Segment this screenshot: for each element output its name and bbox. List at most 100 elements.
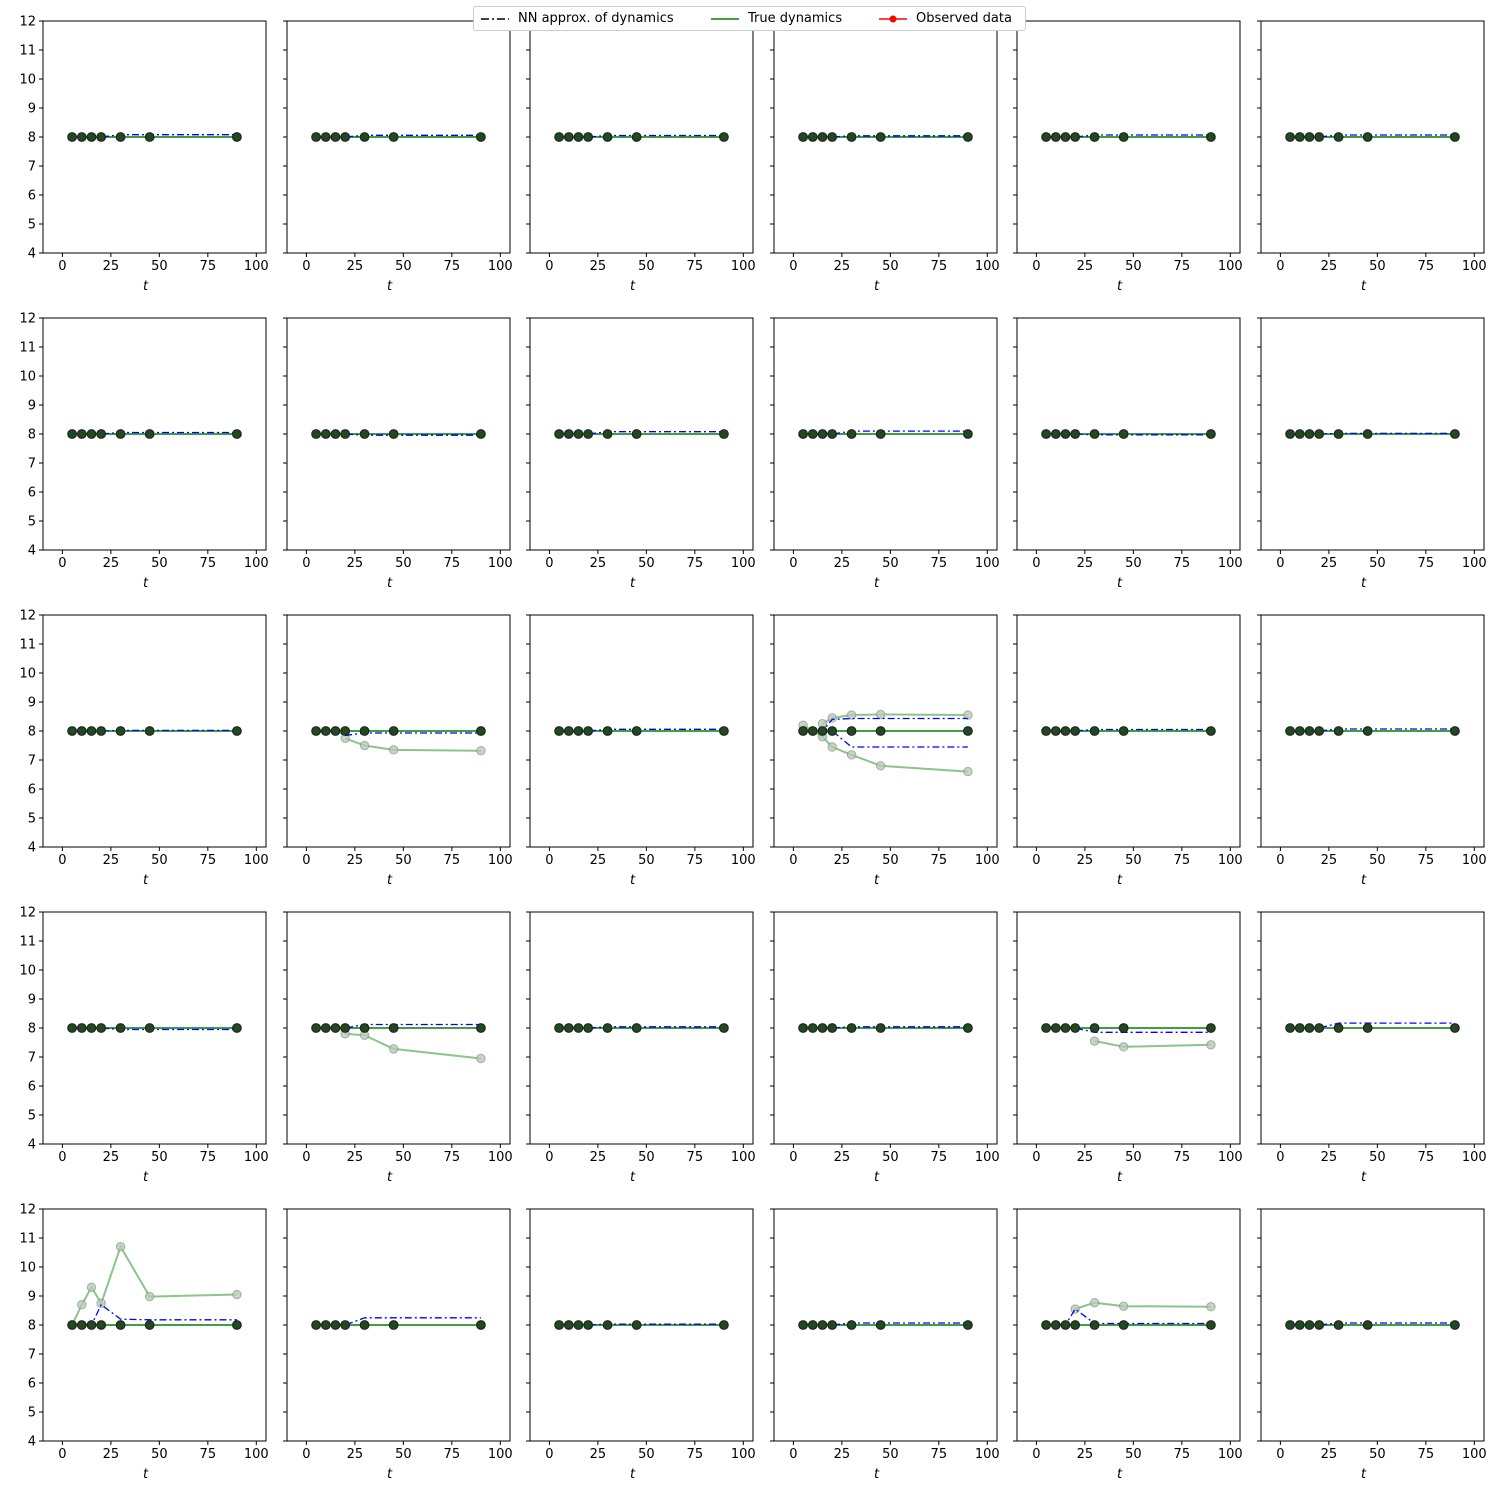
observed-data-point: [573, 726, 584, 736]
x-tick-label: 50: [1125, 556, 1142, 571]
y-tick-label: 10: [19, 964, 36, 979]
observed-data-point: [1070, 726, 1081, 736]
x-tick-label: 75: [931, 1150, 948, 1165]
x-tick-label: 25: [834, 556, 851, 571]
observed-data-point: [817, 1320, 828, 1330]
observed-data-point: [827, 132, 838, 142]
observed-data-point: [1450, 132, 1460, 142]
x-tick-label: 25: [1077, 853, 1094, 868]
x-tick-label: 75: [444, 259, 461, 274]
x-tick-label: 0: [58, 259, 66, 274]
observed-data-point: [1314, 1320, 1325, 1330]
observed-data-point: [602, 1320, 613, 1330]
y-tick-label: 7: [28, 1051, 36, 1066]
x-tick-label: 75: [200, 853, 217, 868]
observed-data-point: [1060, 726, 1071, 736]
x-tick-label: 100: [731, 556, 756, 571]
y-tick-label: 4: [28, 1138, 36, 1153]
y-tick-label: 11: [19, 935, 36, 950]
x-tick-label: 0: [1032, 853, 1040, 868]
y-tick-label: 8: [28, 1022, 36, 1037]
y-tick-label: 7: [28, 160, 36, 175]
x-tick-label: 75: [1418, 1150, 1435, 1165]
observed-data-point: [1206, 429, 1216, 439]
y-tick-label: 11: [19, 341, 36, 356]
x-tick-label: 25: [1077, 1447, 1094, 1462]
legend-true-line-icon: [711, 17, 739, 20]
x-axis-label: t: [1361, 576, 1367, 591]
observed-data-point: [563, 132, 574, 142]
y-tick-label: 4: [28, 247, 36, 262]
observed-data-point: [320, 132, 331, 142]
observed-data-point: [86, 429, 97, 439]
x-tick-label: 25: [103, 853, 120, 868]
x-axis-label: t: [1361, 1170, 1367, 1185]
x-tick-label: 0: [302, 1447, 310, 1462]
y-tick-label: 9: [28, 399, 36, 414]
observed-data-point: [1206, 1023, 1216, 1033]
legend-label-true: True dynamics: [748, 11, 843, 26]
observed-data-point: [340, 132, 351, 142]
x-tick-label: 50: [638, 1447, 655, 1462]
x-tick-label: 50: [638, 556, 655, 571]
x-tick-label: 100: [244, 259, 269, 274]
x-tick-label: 50: [1369, 1447, 1386, 1462]
observed-data-point: [573, 1023, 584, 1033]
observed-data-point: [76, 1320, 87, 1330]
x-tick-label: 0: [302, 259, 310, 274]
y-tick-label: 12: [19, 312, 36, 327]
observed-data-point: [1450, 1023, 1460, 1033]
observed-data-point: [311, 429, 321, 439]
observed-data-point: [1118, 132, 1129, 142]
observed-alt-series-point: [388, 745, 399, 755]
observed-data-point: [827, 1023, 838, 1033]
observed-alt-series-point: [476, 1053, 486, 1064]
observed-data-point: [1050, 132, 1061, 142]
observed-data-point: [320, 726, 331, 736]
observed-data-point: [340, 726, 351, 736]
x-tick-label: 0: [1032, 1447, 1040, 1462]
observed-data-point: [1333, 429, 1344, 439]
x-axis-label: t: [387, 279, 393, 294]
observed-data-point: [1060, 429, 1071, 439]
observed-data-point: [388, 726, 399, 736]
x-tick-label: 25: [1077, 1150, 1094, 1165]
x-tick-label: 100: [1462, 556, 1487, 571]
x-tick-label: 0: [1276, 1150, 1284, 1165]
observed-data-point: [1304, 1023, 1315, 1033]
x-axis-label: t: [1117, 873, 1123, 888]
observed-data-point: [1294, 132, 1305, 142]
observed-data-point: [1294, 1320, 1305, 1330]
observed-data-point: [817, 726, 828, 736]
observed-data-point: [1060, 132, 1071, 142]
observed-data-point: [76, 132, 87, 142]
observed-data-point: [631, 429, 642, 439]
observed-data-point: [827, 429, 838, 439]
x-tick-label: 75: [200, 556, 217, 571]
y-tick-label: 5: [28, 218, 36, 233]
x-tick-label: 0: [58, 1447, 66, 1462]
x-tick-label: 0: [302, 853, 310, 868]
x-tick-label: 100: [488, 1150, 513, 1165]
x-axis-label: t: [143, 1170, 149, 1185]
observed-data-point: [807, 429, 818, 439]
observed-data-point: [817, 132, 828, 142]
observed-data-point: [1304, 1320, 1315, 1330]
observed-data-point: [1118, 1320, 1129, 1330]
x-tick-label: 50: [151, 259, 168, 274]
observed-data-point: [115, 726, 126, 736]
x-tick-label: 50: [395, 556, 412, 571]
observed-data-point: [232, 726, 242, 736]
observed-data-point: [232, 429, 242, 439]
observed-data-point: [1362, 726, 1373, 736]
observed-data-point: [583, 726, 594, 736]
y-tick-label: 9: [28, 993, 36, 1008]
x-tick-label: 75: [1174, 259, 1191, 274]
observed-data-point: [554, 132, 564, 142]
observed-data-point: [798, 1023, 808, 1033]
x-tick-label: 50: [1369, 556, 1386, 571]
legend-item-nn: NN approx. of dynamics: [480, 7, 674, 30]
x-tick-label: 0: [545, 1447, 553, 1462]
observed-data-point: [476, 132, 486, 142]
observed-data-point: [67, 1320, 77, 1330]
